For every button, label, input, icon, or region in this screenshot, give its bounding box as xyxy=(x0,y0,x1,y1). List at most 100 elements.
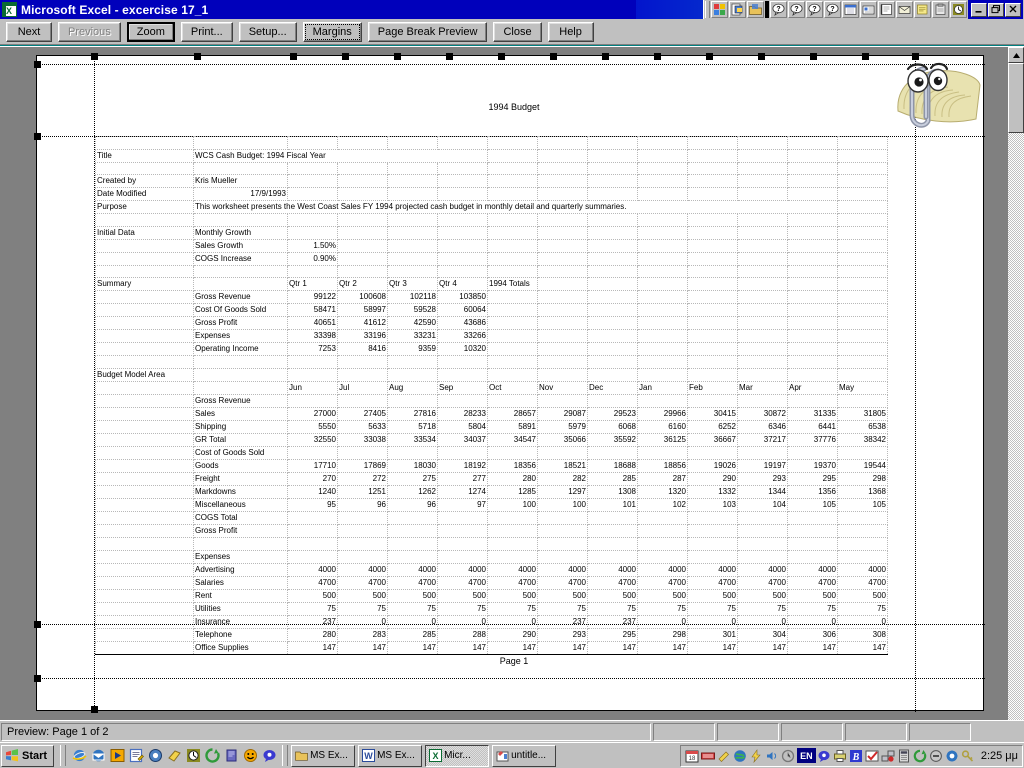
top-margin-guide[interactable] xyxy=(37,64,985,65)
budget-cell[interactable]: 18856 xyxy=(637,458,688,473)
budget-cell[interactable]: 33038 xyxy=(337,432,388,447)
worksheet-cell[interactable] xyxy=(837,277,888,292)
worksheet-cell[interactable] xyxy=(537,225,588,240)
worksheet-cell[interactable] xyxy=(837,329,888,344)
budget-cell[interactable] xyxy=(337,523,388,538)
worksheet-cell[interactable] xyxy=(837,136,888,150)
value-title[interactable]: WCS Cash Budget: 1994 Fiscal Year xyxy=(193,148,488,163)
worksheet-cell[interactable] xyxy=(95,303,194,318)
budget-cell[interactable]: 37776 xyxy=(787,432,838,447)
zoom-button[interactable]: Zoom xyxy=(126,21,175,42)
worksheet-cell[interactable] xyxy=(337,445,388,460)
worksheet-cell[interactable] xyxy=(787,251,838,266)
worksheet-cell[interactable] xyxy=(637,316,688,331)
budget-cell[interactable]: 1344 xyxy=(737,484,788,499)
budget-cell[interactable]: 4000 xyxy=(337,562,388,577)
worksheet-cell[interactable] xyxy=(837,238,888,253)
worksheet-cell[interactable] xyxy=(787,445,838,460)
budget-cell[interactable]: 28657 xyxy=(487,406,538,421)
budget-cell[interactable]: 1262 xyxy=(387,484,438,499)
worksheet-cell[interactable] xyxy=(95,484,194,499)
worksheet-cell[interactable] xyxy=(837,342,888,357)
taskbar-item-ms-excel-2[interactable]: W MS Ex... xyxy=(358,744,423,767)
budget-cell[interactable]: 18030 xyxy=(387,458,438,473)
worksheet-cell[interactable] xyxy=(95,575,194,590)
worksheet-cell[interactable] xyxy=(787,367,838,382)
worksheet-cell[interactable] xyxy=(687,277,738,292)
budget-cell[interactable] xyxy=(637,510,688,525)
worksheet-cell[interactable] xyxy=(387,536,438,551)
worksheet-cell[interactable] xyxy=(95,238,194,253)
worksheet-cell[interactable] xyxy=(687,316,738,331)
budget-cell[interactable]: 308 xyxy=(837,627,888,642)
worksheet-cell[interactable] xyxy=(437,161,488,176)
budget-cell[interactable]: 4700 xyxy=(837,575,888,590)
worksheet-cell[interactable] xyxy=(537,251,588,266)
office-logo-icon[interactable] xyxy=(711,1,728,18)
worksheet-cell[interactable] xyxy=(537,445,588,460)
pencil-icon[interactable] xyxy=(717,748,732,763)
budget-cell[interactable]: 1320 xyxy=(637,484,688,499)
budget-cell[interactable]: 32550 xyxy=(287,432,338,447)
summary-cell[interactable]: 33196 xyxy=(337,329,388,344)
column-handle[interactable] xyxy=(550,53,557,60)
budget-group-title[interactable]: Expenses xyxy=(193,549,288,564)
print-preview-area[interactable]: 1994 Budget Page 1 Title WCS Cash Budget:… xyxy=(0,46,1024,721)
column-handle[interactable] xyxy=(706,53,713,60)
worksheet-cell[interactable] xyxy=(537,290,588,305)
budget-cell[interactable]: 30415 xyxy=(687,406,738,421)
budget-cell[interactable]: 1356 xyxy=(787,484,838,499)
close-preview-button[interactable]: Close xyxy=(493,21,542,42)
worksheet-cell[interactable] xyxy=(737,536,788,551)
worksheet-cell[interactable] xyxy=(737,174,788,189)
worksheet-cell[interactable] xyxy=(587,367,638,382)
worksheet-cell[interactable] xyxy=(787,290,838,305)
budget-cell[interactable]: 0 xyxy=(787,614,838,629)
value-created-by[interactable]: Kris Mueller xyxy=(193,174,288,189)
budget-cell[interactable]: 17869 xyxy=(337,458,388,473)
section-initial-data[interactable]: Initial Data xyxy=(95,225,194,240)
budget-cell[interactable]: 100 xyxy=(537,497,588,512)
footer-margin-handle[interactable] xyxy=(34,675,41,682)
worksheet-cell[interactable] xyxy=(637,303,688,318)
budget-row-label[interactable]: Utilities xyxy=(193,601,288,616)
budget-group-title[interactable]: Cost of Goods Sold xyxy=(193,445,288,460)
budget-cell[interactable]: 147 xyxy=(737,640,788,655)
worksheet-cell[interactable] xyxy=(537,187,588,202)
budget-cell[interactable]: 102 xyxy=(637,497,688,512)
bottom-margin-handle[interactable] xyxy=(34,621,41,628)
budget-cell[interactable]: 147 xyxy=(837,640,888,655)
budget-cell[interactable]: 4000 xyxy=(837,562,888,577)
power-icon[interactable] xyxy=(929,748,944,763)
worksheet-cell[interactable] xyxy=(193,161,288,176)
worksheet-cell[interactable] xyxy=(587,290,638,305)
worksheet-cell[interactable] xyxy=(687,161,738,176)
worksheet-cell[interactable] xyxy=(287,187,338,202)
budget-cell[interactable]: 18356 xyxy=(487,458,538,473)
budget-cell[interactable]: 97 xyxy=(437,497,488,512)
summary-cell[interactable]: 7253 xyxy=(287,342,338,357)
budget-cell[interactable]: 4700 xyxy=(537,575,588,590)
budget-cell[interactable]: 4700 xyxy=(587,575,638,590)
budget-row-label[interactable]: Office Supplies xyxy=(193,640,288,655)
budget-cell[interactable]: 295 xyxy=(587,627,638,642)
worksheet-cell[interactable] xyxy=(637,549,688,564)
worksheet-cell[interactable] xyxy=(287,174,338,189)
worksheet-cell[interactable] xyxy=(787,342,838,357)
clock-icon[interactable] xyxy=(185,748,201,764)
keyboard-icon[interactable] xyxy=(701,748,716,763)
budget-cell[interactable] xyxy=(537,510,588,525)
worksheet-cell[interactable] xyxy=(687,136,738,150)
worksheet-cell[interactable] xyxy=(637,161,688,176)
budget-cell[interactable]: 0 xyxy=(687,614,738,629)
budget-cell[interactable]: 4000 xyxy=(687,562,738,577)
budget-cell[interactable] xyxy=(787,523,838,538)
budget-cell[interactable]: 19544 xyxy=(837,458,888,473)
worksheet-cell[interactable] xyxy=(687,355,738,369)
budget-cell[interactable] xyxy=(437,510,488,525)
help-button[interactable]: Help xyxy=(547,21,594,42)
budget-cell[interactable]: 35592 xyxy=(587,432,638,447)
budget-cell[interactable] xyxy=(487,523,538,538)
worksheet-cell[interactable] xyxy=(95,471,194,486)
worksheet-cell[interactable] xyxy=(787,355,838,369)
